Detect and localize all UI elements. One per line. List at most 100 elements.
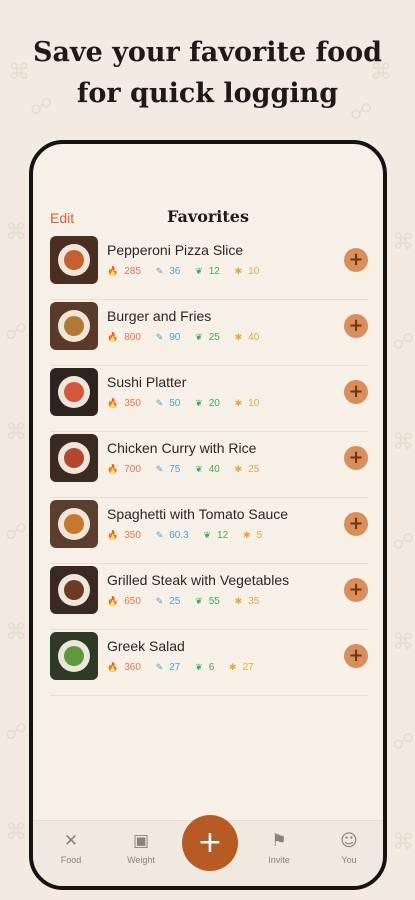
protein-value: 27 — [169, 662, 181, 673]
calories-value: 360 — [124, 662, 141, 673]
macros: 🔥 800 ✎ 90 ❦ 25 ✱ 40 — [107, 332, 271, 343]
add-button[interactable]: + — [344, 446, 368, 470]
fat-value: 20 — [208, 398, 220, 409]
macros: 🔥 650 ✎ 25 ❦ 55 ✱ 35 — [107, 596, 271, 607]
protein-value: 25 — [169, 596, 181, 607]
drumstick-icon: ✎ — [155, 530, 164, 540]
list-item[interactable]: Sushi Platter 🔥 350 ✎ 50 ❦ 20 ✱ 10 + — [50, 366, 368, 432]
add-button[interactable]: + — [344, 512, 368, 536]
carbs-value: 10 — [248, 266, 260, 277]
carbs-value: 25 — [248, 464, 260, 475]
carbs-value: 27 — [242, 662, 254, 673]
tab-bar: ✕ Food ▣ Weight + ⚑ Invite ☺ You — [33, 815, 383, 886]
list-item[interactable]: Pepperoni Pizza Slice 🔥 285 ✎ 36 ❦ 12 ✱ 10 + — [50, 234, 368, 300]
macros: 🔥 285 ✎ 36 ❦ 12 ✱ 10 — [107, 266, 271, 277]
tab-label: Invite — [268, 855, 290, 865]
food-name: Greek Salad — [107, 638, 185, 654]
protein-value: 90 — [169, 332, 181, 343]
leaf-icon: ❦ — [195, 332, 203, 342]
carbs-value: 35 — [248, 596, 260, 607]
headline-line-2: for quick logging — [76, 78, 339, 109]
protein-value: 60.3 — [169, 530, 189, 541]
drumstick-icon: ✎ — [155, 332, 164, 342]
leaf-icon: ❦ — [195, 662, 203, 672]
food-name: Burger and Fries — [107, 308, 212, 324]
fat-value: 6 — [208, 662, 215, 673]
macros: 🔥 700 ✎ 75 ❦ 40 ✱ 25 — [107, 464, 271, 475]
list-item[interactable]: Spaghetti with Tomato Sauce 🔥 350 ✎ 60.3 ❦… — [50, 498, 368, 564]
food-name: Sushi Platter — [107, 374, 187, 390]
list-item[interactable]: Burger and Fries 🔥 800 ✎ 90 ❦ 25 ✱ 40 + — [50, 300, 368, 366]
food-name: Pepperoni Pizza Slice — [107, 242, 244, 258]
flame-icon: 🔥 — [107, 332, 119, 342]
share-icon: ⚑ — [271, 831, 287, 851]
fat-value: 12 — [208, 266, 220, 277]
wheat-icon: ✱ — [234, 398, 243, 408]
list-item[interactable]: Grilled Steak with Vegetables 🔥 650 ✎ 25 ❦… — [50, 564, 368, 630]
drumstick-icon: ✎ — [155, 398, 164, 408]
wheat-icon: ✱ — [229, 662, 237, 672]
flame-icon: 🔥 — [107, 398, 119, 408]
macros: 🔥 350 ✎ 50 ❦ 20 ✱ 10 — [107, 398, 271, 409]
calories-value: 350 — [124, 530, 141, 541]
food-name: Grilled Steak with Vegetables — [107, 572, 290, 588]
tab-food[interactable]: ✕ Food — [41, 831, 101, 865]
person-icon: ☺ — [340, 831, 358, 851]
carbs-value: 5 — [256, 530, 263, 541]
flame-icon: 🔥 — [107, 464, 119, 474]
food-thumbnail — [50, 302, 98, 350]
tab-label: You — [341, 855, 357, 865]
list-item[interactable]: Greek Salad 🔥 360 ✎ 27 ❦ 6 ✱ 27 + — [50, 630, 368, 696]
fat-value: 55 — [208, 596, 220, 607]
macros: 🔥 360 ✎ 27 ❦ 6 ✱ 27 — [107, 662, 266, 673]
leaf-icon: ❦ — [195, 266, 203, 276]
carbs-value: 40 — [248, 332, 260, 343]
nav-bar: Edit Favorites — [33, 202, 383, 234]
tab-weight[interactable]: ▣ Weight — [111, 831, 171, 865]
wheat-icon: ✱ — [242, 530, 251, 540]
phone-frame: Edit Favorites Pepperoni Pizza Slice 🔥 28… — [29, 140, 387, 890]
protein-value: 50 — [169, 398, 181, 409]
scale-icon: ▣ — [132, 831, 150, 851]
drumstick-icon: ✎ — [155, 662, 164, 672]
food-thumbnail — [50, 368, 98, 416]
calories-value: 700 — [124, 464, 141, 475]
wheat-icon: ✱ — [234, 266, 243, 276]
add-button[interactable]: + — [344, 644, 368, 668]
fat-value: 25 — [208, 332, 220, 343]
wheat-icon: ✱ — [234, 596, 243, 606]
drumstick-icon: ✎ — [155, 266, 164, 276]
food-name: Spaghetti with Tomato Sauce — [107, 506, 289, 522]
add-button[interactable]: + — [344, 380, 368, 404]
leaf-icon: ❦ — [195, 596, 203, 606]
page-title: Favorites — [167, 207, 249, 226]
food-thumbnail — [50, 632, 98, 680]
list-item[interactable]: Chicken Curry with Rice 🔥 700 ✎ 75 ❦ 40 ✱ 25… — [50, 432, 368, 498]
food-name: Chicken Curry with Rice — [107, 440, 257, 456]
add-food-button[interactable]: + — [182, 815, 238, 871]
fat-value: 40 — [208, 464, 220, 475]
flame-icon: 🔥 — [107, 662, 119, 672]
add-button[interactable]: + — [344, 314, 368, 338]
fat-value: 12 — [217, 530, 229, 541]
protein-value: 36 — [169, 266, 181, 277]
add-button[interactable]: + — [344, 248, 368, 272]
food-thumbnail — [50, 236, 98, 284]
tab-invite[interactable]: ⚑ Invite — [249, 831, 309, 865]
drumstick-icon: ✎ — [155, 464, 164, 474]
tab-you[interactable]: ☺ You — [319, 831, 379, 865]
carbs-value: 10 — [248, 398, 260, 409]
add-button[interactable]: + — [344, 578, 368, 602]
leaf-icon: ❦ — [195, 398, 203, 408]
macros: 🔥 350 ✎ 60.3 ❦ 12 ✱ 5 — [107, 530, 274, 541]
leaf-icon: ❦ — [203, 530, 212, 540]
food-thumbnail — [50, 566, 98, 614]
food-thumbnail — [50, 434, 98, 482]
headline-line-1: Save your favorite food — [32, 37, 383, 68]
wheat-icon: ✱ — [234, 332, 243, 342]
calories-value: 650 — [124, 596, 141, 607]
calories-value: 800 — [124, 332, 141, 343]
calories-value: 285 — [124, 266, 141, 277]
food-thumbnail — [50, 500, 98, 548]
wheat-icon: ✱ — [234, 464, 243, 474]
